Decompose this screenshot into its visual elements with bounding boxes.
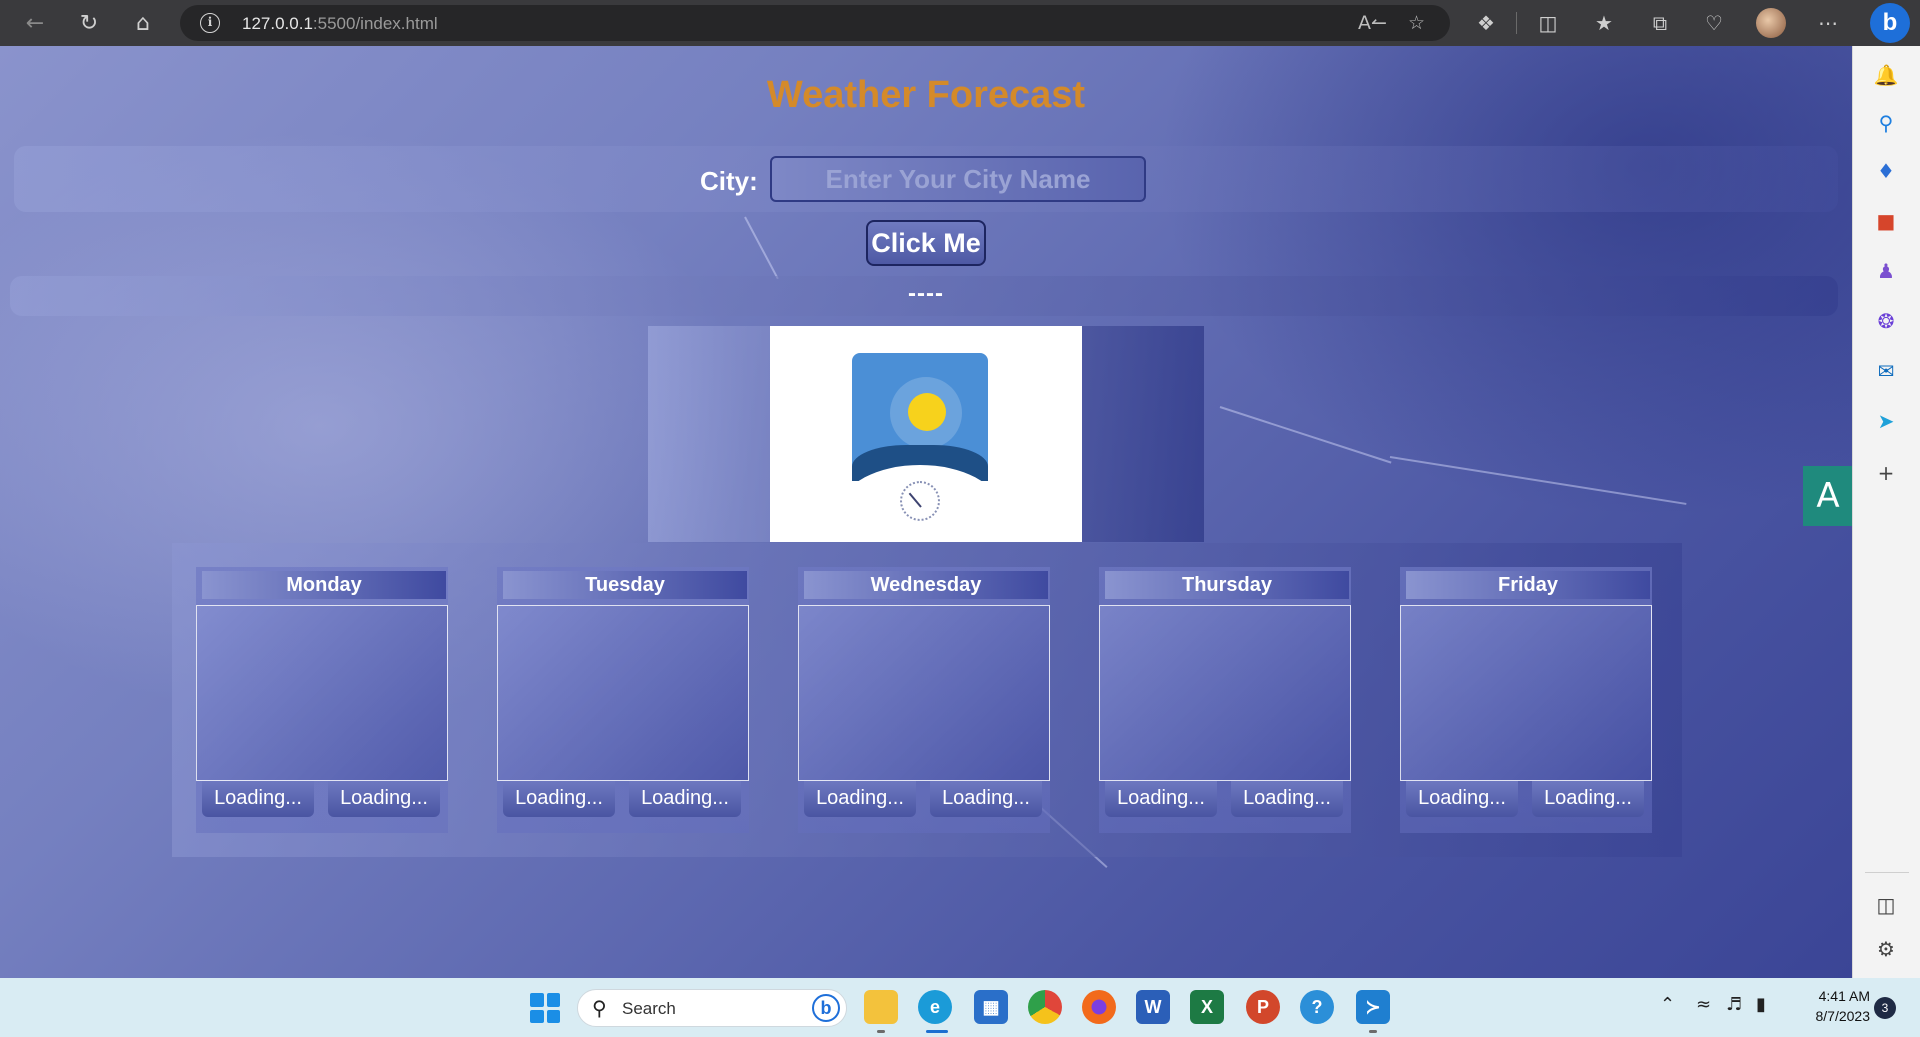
info-icon[interactable]: i	[200, 13, 220, 33]
sun-icon	[908, 393, 946, 431]
reader-extension-icon[interactable]: A	[1803, 466, 1852, 526]
day-card-thursday: Thursday Loading... Loading...	[1099, 567, 1351, 833]
volume-icon[interactable]: ♬	[1726, 994, 1742, 1015]
outlook-icon[interactable]: ✉	[1871, 356, 1901, 386]
bing-icon[interactable]: b	[1870, 3, 1910, 43]
edge-sidebar: 🔔 ⚲ ♦ ■ ♟ ❂ ✉ ➤ + ◫ ⚙	[1852, 46, 1920, 978]
running-indicator	[877, 1030, 885, 1033]
day-max-temp: Loading...	[1231, 781, 1343, 817]
day-name: Thursday	[1105, 571, 1349, 599]
clock-icon	[900, 481, 940, 521]
active-indicator	[926, 1030, 948, 1033]
day-min-temp: Loading...	[202, 781, 314, 817]
windows-taskbar: ⚲ Search b e ▦ W X P ? ≻ ⌃ ≈ ♬ ▮ 4:41 AM…	[0, 978, 1920, 1037]
back-icon[interactable]: ←	[20, 8, 50, 38]
city-label: City:	[700, 166, 758, 196]
sidebar-divider	[1865, 872, 1909, 873]
favorites-icon[interactable]: ★	[1590, 9, 1618, 37]
refresh-icon[interactable]: ↻	[74, 8, 104, 38]
day-card-friday: Friday Loading... Loading...	[1400, 567, 1652, 833]
day-min-temp: Loading...	[1406, 781, 1518, 817]
powerpoint-icon[interactable]: P	[1246, 990, 1280, 1024]
sidebar-toggle-icon[interactable]: ◫	[1871, 890, 1901, 920]
day-name: Monday	[202, 571, 446, 599]
day-min-temp: Loading...	[804, 781, 916, 817]
store-icon[interactable]: ▦	[974, 990, 1008, 1024]
address-bar[interactable]: i 127.0.0.1:5500/index.html A↼ ☆	[180, 5, 1450, 41]
home-icon[interactable]: ⌂	[128, 8, 158, 38]
weather-image	[770, 326, 1082, 542]
day-weather-box	[798, 605, 1050, 781]
browser-essentials-icon[interactable]: ♡	[1700, 9, 1728, 37]
taskbar-search[interactable]: ⚲ Search b	[577, 989, 847, 1027]
tools-icon[interactable]: ■	[1871, 206, 1901, 236]
url-host: 127.0.0.1	[242, 14, 313, 33]
page-title: Weather Forecast	[766, 74, 1086, 116]
day-card-tuesday: Tuesday Loading... Loading...	[497, 567, 749, 833]
games-icon[interactable]: ♟	[1871, 256, 1901, 286]
bing-icon: b	[812, 994, 840, 1022]
notification-icon[interactable]: 🔔	[1871, 60, 1901, 90]
feedback-icon[interactable]: ?	[1300, 990, 1334, 1024]
windows-start-icon[interactable]	[530, 993, 560, 1023]
read-aloud-icon[interactable]: A↼	[1358, 12, 1387, 34]
search-icon: ⚲	[592, 996, 607, 1020]
firefox-icon[interactable]	[1082, 990, 1116, 1024]
chevron-up-icon[interactable]: ⌃	[1660, 994, 1675, 1015]
day-name: Friday	[1406, 571, 1650, 599]
toolbar-divider	[1516, 12, 1517, 34]
more-icon[interactable]: ⋯	[1814, 9, 1842, 37]
battery-icon[interactable]: ▮	[1756, 994, 1766, 1015]
day-max-temp: Loading...	[629, 781, 741, 817]
collections-icon[interactable]: ⧉	[1646, 9, 1674, 37]
forecast-panel: Monday Loading... Loading... Tuesday Loa…	[172, 543, 1682, 857]
vscode-icon[interactable]: ≻	[1356, 990, 1390, 1024]
search-icon[interactable]: ⚲	[1871, 108, 1901, 138]
page-viewport: Weather Forecast City: Click Me ---- Mon…	[0, 46, 1852, 978]
lightning-streak	[1219, 406, 1392, 464]
day-weather-box	[1400, 605, 1652, 781]
settings-icon[interactable]: ⚙	[1871, 934, 1901, 964]
browser-toolbar: ← ↻ ⌂ i 127.0.0.1:5500/index.html A↼ ☆ ❖…	[0, 0, 1920, 46]
city-input[interactable]	[770, 156, 1146, 202]
day-max-temp: Loading...	[328, 781, 440, 817]
chrome-icon[interactable]	[1028, 990, 1062, 1024]
day-weather-box	[497, 605, 749, 781]
word-icon[interactable]: W	[1136, 990, 1170, 1024]
split-screen-icon[interactable]: ◫	[1534, 9, 1562, 37]
file-explorer-icon[interactable]	[864, 990, 898, 1024]
taskbar-date[interactable]: 8/7/2023	[1792, 1008, 1871, 1024]
extensions-icon[interactable]: ❖	[1472, 9, 1500, 37]
day-min-temp: Loading...	[503, 781, 615, 817]
excel-icon[interactable]: X	[1190, 990, 1224, 1024]
favorite-star-icon[interactable]: ☆	[1408, 12, 1425, 34]
taskbar-search-label: Search	[622, 999, 676, 1018]
day-max-temp: Loading...	[1532, 781, 1644, 817]
day-max-temp: Loading...	[930, 781, 1042, 817]
day-card-wednesday: Wednesday Loading... Loading...	[798, 567, 1050, 833]
notification-badge[interactable]: 3	[1874, 997, 1896, 1019]
add-icon[interactable]: +	[1871, 458, 1901, 488]
day-min-temp: Loading...	[1105, 781, 1217, 817]
lightning-streak	[744, 216, 779, 280]
shopping-icon[interactable]: ♦	[1871, 156, 1901, 186]
profile-avatar[interactable]	[1756, 8, 1786, 38]
copilot-icon[interactable]: ❂	[1871, 306, 1901, 336]
wifi-icon[interactable]: ≈	[1696, 994, 1711, 1015]
send-icon[interactable]: ➤	[1871, 406, 1901, 436]
taskbar-time[interactable]: 4:41 AM	[1800, 988, 1870, 1004]
click-me-button[interactable]: Click Me	[866, 220, 986, 266]
lightning-streak	[1389, 456, 1687, 505]
day-weather-box	[1099, 605, 1351, 781]
day-weather-box	[196, 605, 448, 781]
day-name: Wednesday	[804, 571, 1048, 599]
day-card-monday: Monday Loading... Loading...	[196, 567, 448, 833]
day-name: Tuesday	[503, 571, 747, 599]
running-indicator	[1369, 1030, 1377, 1033]
url-path: :5500/index.html	[312, 14, 438, 33]
result-text: ----	[908, 280, 944, 307]
weather-app-icon	[852, 353, 988, 529]
url-text: 127.0.0.1:5500/index.html	[242, 14, 438, 34]
edge-icon[interactable]: e	[918, 990, 952, 1024]
